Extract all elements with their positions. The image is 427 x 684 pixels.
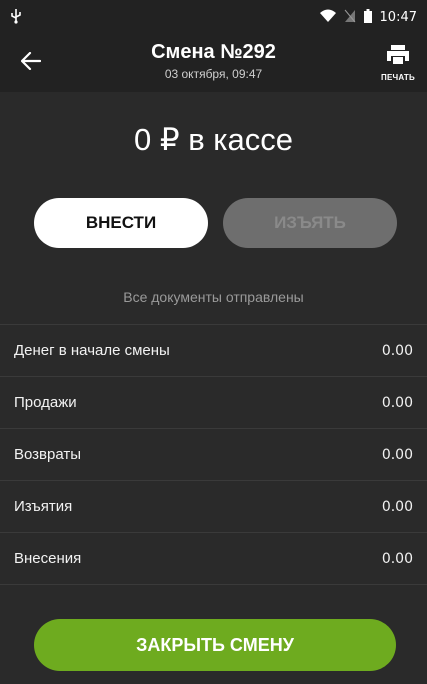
summary-row-returns: Возвраты 0.00 — [0, 429, 427, 481]
print-label: ПЕЧАТЬ — [381, 72, 415, 82]
row-value: 0.00 — [381, 342, 413, 359]
summary-row-withdrawals: Изъятия 0.00 — [0, 481, 427, 533]
row-value: 0.00 — [381, 394, 413, 411]
row-label: Изъятия — [14, 498, 73, 515]
docs-status: Все документы отправлены — [123, 289, 304, 305]
row-value: 0.00 — [381, 446, 413, 463]
status-icons: 10:47 — [319, 8, 417, 26]
row-value: 0.00 — [381, 498, 413, 515]
app-bar: Смена №292 03 октября, 09:47 ПЕЧАТЬ — [0, 34, 427, 92]
summary-row-deposits: Внесения 0.00 — [0, 533, 427, 585]
summary-row-sales: Продажи 0.00 — [0, 377, 427, 429]
page-subtitle: 03 октября, 09:47 — [164, 67, 263, 81]
cash-amount: 0 ₽ в кассе — [134, 122, 293, 157]
row-label: Внесения — [14, 550, 82, 567]
printer-icon — [387, 44, 409, 70]
deposit-button[interactable]: ВНЕСТИ — [34, 198, 208, 248]
print-button[interactable]: ПЕЧАТЬ — [375, 40, 421, 86]
row-label: Возвраты — [14, 446, 82, 463]
status-bar: 10:47 — [0, 0, 427, 34]
withdraw-button: ИЗЪЯТЬ — [223, 198, 397, 248]
row-label: Продажи — [14, 394, 77, 411]
summary-row-start-cash: Денег в начале смены 0.00 — [0, 325, 427, 377]
title-block: Смена №292 03 октября, 09:47 — [90, 38, 337, 82]
usb-icon — [10, 8, 22, 27]
row-value: 0.00 — [381, 550, 413, 567]
back-button[interactable] — [14, 46, 48, 80]
close-shift-button[interactable]: ЗАКРЫТЬ СМЕНУ — [34, 619, 396, 671]
wifi-icon — [319, 9, 336, 26]
summary-list: Денег в начале смены 0.00 Продажи 0.00 В… — [0, 324, 427, 585]
no-sim-icon — [344, 9, 356, 26]
row-label: Денег в начале смены — [14, 342, 170, 359]
battery-icon — [363, 8, 372, 26]
arrow-left-icon — [20, 49, 42, 77]
status-time: 10:47 — [379, 9, 417, 25]
page-title: Смена №292 — [151, 41, 276, 63]
